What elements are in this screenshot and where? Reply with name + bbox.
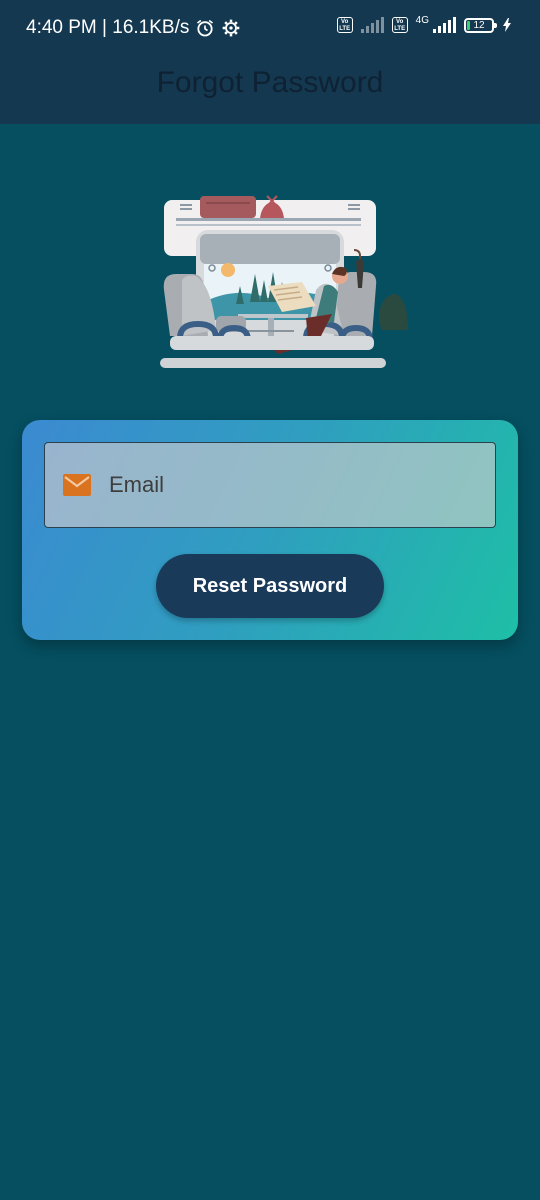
gear-icon xyxy=(223,19,240,37)
battery-icon: 12 xyxy=(464,17,497,33)
volte-icon: Vo LTE xyxy=(391,17,408,33)
signal-icon xyxy=(433,17,456,33)
network-type: 4G xyxy=(415,15,429,26)
volte-icon: Vo LTE xyxy=(336,17,353,33)
status-left: 4:40 PM | 16.1KB/s xyxy=(26,17,241,39)
status-right: Vo LTE Vo LTE 4G 12 xyxy=(336,15,512,33)
email-field[interactable] xyxy=(44,442,496,528)
reset-card: Reset Password xyxy=(22,420,518,640)
mail-icon xyxy=(63,474,91,496)
alarm-icon xyxy=(197,19,214,37)
status-bar: 4:40 PM | 16.1KB/s Vo LTE Vo LTE 4G 12 xyxy=(0,0,540,58)
signal-icon xyxy=(360,17,384,33)
status-time-speed: 4:40 PM | 16.1KB/s xyxy=(26,17,190,38)
page-title: Forgot Password xyxy=(156,66,384,99)
battery-level: 12 xyxy=(473,19,485,31)
app-bar: 4:40 PM | 16.1KB/s Vo LTE Vo LTE 4G 12 F… xyxy=(0,0,540,124)
reset-password-button[interactable]: Reset Password xyxy=(156,554,384,618)
email-input[interactable] xyxy=(109,443,479,527)
charging-icon xyxy=(503,18,511,32)
train-traveler-illustration xyxy=(160,195,408,368)
